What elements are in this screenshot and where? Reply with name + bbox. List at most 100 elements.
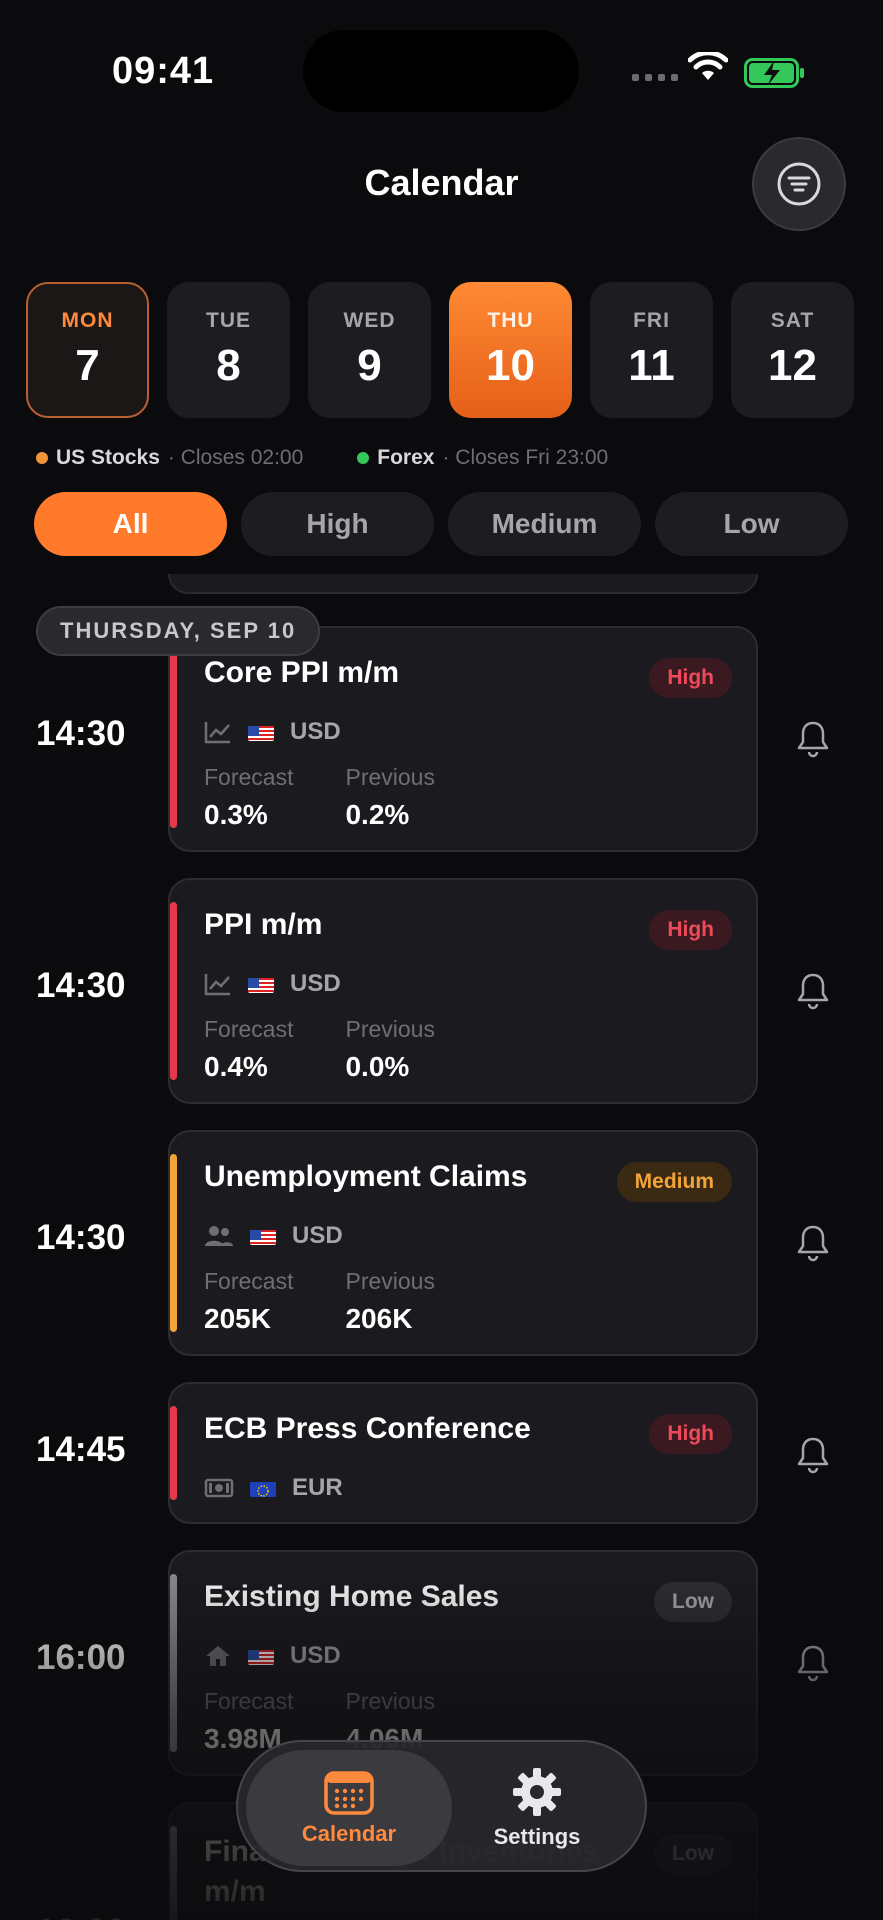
previous-label: Previous [345,1268,435,1294]
filter-button[interactable] [752,137,846,231]
impact-badge: Low [654,1834,732,1874]
event-title: Existing Home Sales [204,1580,500,1613]
previous-label: Previous [345,1688,435,1714]
event-card[interactable]: PPI m/m High USD Forecast 0.4% Previous … [168,878,758,1104]
event-title: ECB Press Conference [204,1412,531,1445]
currency: USD [290,1642,341,1669]
day-number: 8 [216,341,241,390]
day-name: FRI [633,309,670,332]
market-status: US Stocks · Closes 02:00 Forex · Closes … [36,446,608,470]
day-tue[interactable]: TUE 8 [167,282,290,418]
forecast-value: 0.3% [204,799,268,830]
tab-calendar[interactable]: Calendar [246,1750,452,1866]
eu-flag-icon [250,1479,276,1497]
impact-bar [170,1574,177,1752]
day-sat[interactable]: SAT 12 [731,282,854,418]
chart-icon [204,974,230,996]
day-name: MON [61,309,114,332]
event-title: PPI m/m [204,908,323,941]
bell-icon[interactable] [796,972,830,1010]
previous-label: Previous [345,764,435,790]
calendar-icon [324,1771,374,1815]
market-note: · Closes 02:00 [167,446,304,469]
day-number: 7 [75,341,100,390]
bell-icon[interactable] [796,1224,830,1262]
filter-icon [777,162,821,206]
event-meta: USD [204,718,341,746]
forecast-label: Forecast [204,764,294,790]
day-fri[interactable]: FRI 11 [590,282,713,418]
market-name: Forex [377,446,435,469]
market-name: US Stocks [56,446,160,469]
event-row: 14:30 Core PPI m/m High USD Forecast 0.3… [0,626,883,852]
currency: EUR [292,1474,343,1501]
impact-badge: Medium [616,1162,732,1202]
market-note: · Closes Fri 23:00 [442,446,609,469]
currency: USD [290,718,341,745]
day-thu[interactable]: THU 10 [449,282,572,418]
filter-medium[interactable]: Medium [448,492,641,556]
bell-icon[interactable] [796,1644,830,1682]
us-flag-icon [248,975,274,993]
battery-icon [744,58,804,88]
wifi-icon [688,52,728,80]
event-time: 16:00 [36,1638,126,1677]
day-name: SAT [770,309,815,332]
event-stats: Forecast 0.3% Previous 0.2% [204,764,435,831]
bell-icon[interactable] [796,1436,830,1474]
status-time: 09:41 [112,50,215,92]
impact-bar [170,1406,177,1500]
event-meta: USD [204,1642,341,1670]
previous: Previous 206K [345,1268,434,1335]
forecast-label: Forecast [204,1016,294,1042]
date-header: THURSDAY, SEP 10 [36,606,321,656]
event-row: 14:30 Unemployment Claims Medium USD For… [0,1130,883,1356]
event-list[interactable]: THURSDAY, SEP 10 14:30 Core PPI m/m High… [0,574,883,1920]
money-icon [204,1478,234,1498]
day-name: WED [343,309,396,332]
event-card[interactable]: Core PPI m/m High USD Forecast 0.3% Prev… [168,626,758,852]
filter-high[interactable]: High [241,492,434,556]
forecast: Forecast 205K [204,1268,293,1335]
event-stats: Forecast 0.4% Previous 0.0% [204,1016,435,1083]
chart-icon [204,722,230,744]
day-number: 10 [486,341,535,390]
market-forex: Forex · Closes Fri 23:00 [357,446,608,470]
day-wed[interactable]: WED 9 [308,282,431,418]
bell-icon[interactable] [796,720,830,758]
event-title: Core PPI m/m [204,656,400,689]
impact-bar [170,1826,177,1920]
day-mon[interactable]: MON 7 [26,282,149,418]
event-meta: USD [204,1222,343,1250]
day-selector: MON 7 TUE 8 WED 9 THU 10 FRI 11 SAT 12 [26,282,854,418]
event-card[interactable]: Unemployment Claims Medium USD Forecast … [168,1130,758,1356]
forecast-label: Forecast [204,1688,294,1714]
tab-settings[interactable]: Settings [434,1750,640,1866]
page-title: Calendar [364,162,519,203]
event-meta: EUR [204,1474,343,1502]
status-bar: 09:41 [0,0,883,140]
event-meta: USD [204,970,341,998]
forecast: Forecast 0.3% [204,764,293,831]
previous-value: 0.0% [345,1051,410,1082]
tab-label: Settings [493,1824,581,1849]
market-us-stocks: US Stocks · Closes 02:00 [36,446,303,470]
house-icon [206,1646,230,1666]
currency: USD [292,1222,343,1249]
filter-all[interactable]: All [34,492,227,556]
previous-value: 206K [345,1303,413,1334]
people-icon [205,1226,233,1246]
status-dot [357,452,370,464]
forecast-value: 205K [204,1303,271,1334]
event-card-previous[interactable] [168,574,758,594]
day-name: TUE [206,309,251,332]
us-flag-icon [248,723,274,741]
previous: Previous 0.0% [345,1016,434,1083]
event-stats: Forecast 205K Previous 206K [204,1268,435,1335]
event-card[interactable]: ECB Press Conference High EUR [168,1382,758,1524]
filter-low[interactable]: Low [655,492,848,556]
event-time: 16:00 [36,1912,126,1920]
impact-filter: All High Medium Low [34,492,848,556]
impact-bar [170,902,177,1080]
day-name: THU [487,309,534,332]
